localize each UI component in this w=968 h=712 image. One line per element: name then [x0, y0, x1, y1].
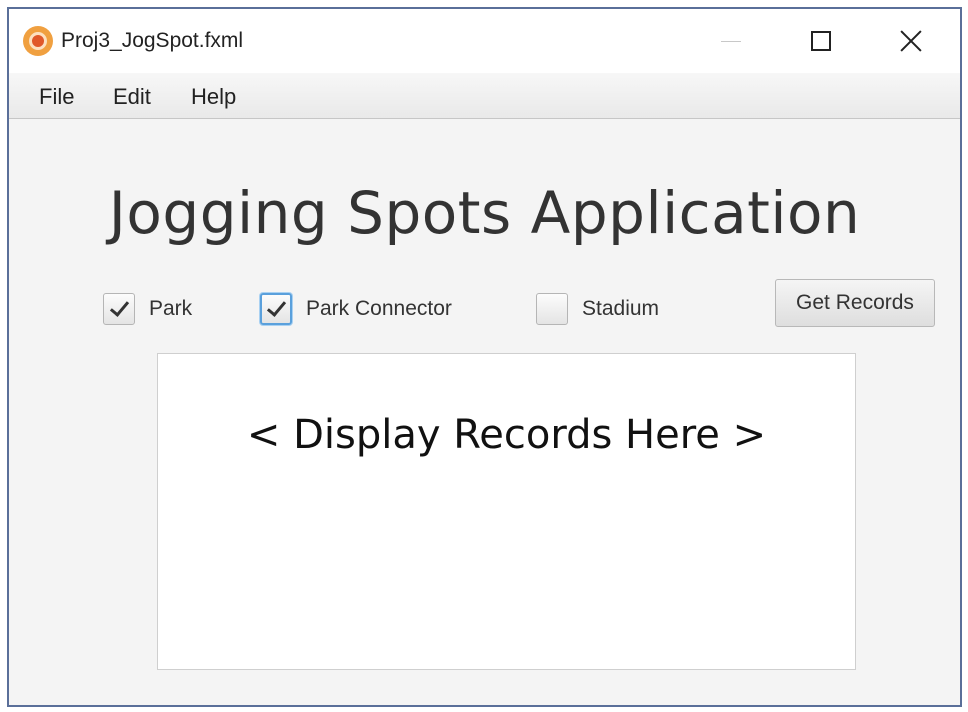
stadium-checkbox[interactable]: Stadium — [536, 293, 659, 325]
stadium-checkbox-label[interactable]: Stadium — [582, 297, 659, 321]
maximize-icon — [811, 31, 831, 51]
park-checkbox[interactable]: Park — [103, 293, 192, 325]
park-checkbox-label[interactable]: Park — [149, 297, 192, 321]
app-heading: Jogging Spots Application — [108, 179, 861, 247]
window-title: Proj3_JogSpot.fxml — [61, 29, 244, 52]
get-records-button[interactable]: Get Records — [775, 279, 935, 327]
menu-bar: File Edit Help — [9, 73, 960, 119]
menu-file[interactable]: File — [39, 83, 74, 111]
stadium-checkbox-box[interactable] — [536, 293, 568, 325]
park-connector-checkbox-label[interactable]: Park Connector — [306, 297, 452, 321]
minimize-icon — [721, 40, 741, 42]
records-display-area[interactable]: < Display Records Here > — [157, 353, 856, 670]
app-window: Proj3_JogSpot.fxml File Edit Help Joggin… — [7, 7, 962, 707]
close-button[interactable] — [869, 9, 953, 73]
checkmark-icon — [109, 296, 130, 317]
menu-edit[interactable]: Edit — [113, 83, 151, 111]
maximize-button[interactable] — [779, 9, 863, 73]
park-connector-checkbox[interactable]: Park Connector — [260, 293, 452, 325]
app-icon — [23, 26, 53, 56]
close-icon — [900, 30, 922, 52]
records-placeholder-text: < Display Records Here > — [246, 412, 767, 458]
park-connector-checkbox-box[interactable] — [260, 293, 292, 325]
minimize-button[interactable] — [689, 9, 773, 73]
menu-help[interactable]: Help — [191, 83, 236, 111]
park-checkbox-box[interactable] — [103, 293, 135, 325]
checkmark-icon — [266, 296, 287, 317]
title-bar: Proj3_JogSpot.fxml — [9, 9, 960, 73]
